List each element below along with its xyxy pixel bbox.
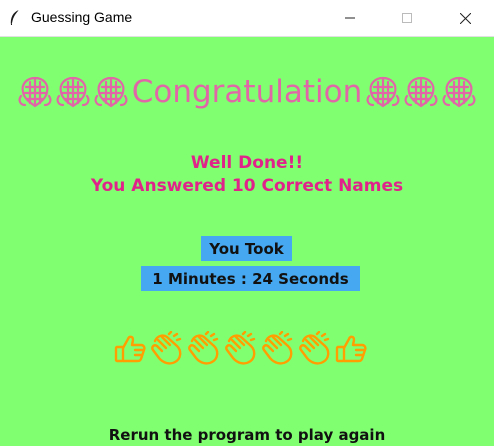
maximize-button[interactable] bbox=[384, 0, 430, 36]
game-result-panel: Congratulation Well Done!! You Answered … bbox=[0, 37, 494, 446]
rosette-ornament-icon bbox=[18, 76, 52, 108]
congratulation-banner: Congratulation bbox=[0, 73, 494, 111]
well-done-text: Well Done!! bbox=[190, 153, 304, 173]
feather-icon bbox=[10, 9, 20, 25]
correct-answers-text: You Answered 10 Correct Names bbox=[90, 176, 404, 196]
clapping-hands-icon bbox=[299, 331, 330, 365]
rosette-ornament-icon bbox=[404, 76, 438, 108]
clapping-hands-icon bbox=[151, 331, 182, 365]
rosette-ornament-icon bbox=[94, 76, 128, 108]
window-titlebar: Guessing Game bbox=[0, 0, 494, 37]
celebration-emoji-row bbox=[113, 329, 381, 367]
thumbs-up-icon bbox=[335, 335, 367, 363]
close-button[interactable] bbox=[442, 0, 488, 36]
rosette-ornament-icon bbox=[442, 76, 476, 108]
close-icon bbox=[459, 12, 471, 24]
maximize-icon bbox=[402, 13, 412, 23]
rosette-ornament-icon bbox=[366, 76, 400, 108]
clapping-hands-icon bbox=[225, 331, 256, 365]
you-took-label: You Took bbox=[201, 236, 292, 261]
rosette-ornament-icon bbox=[56, 76, 90, 108]
rerun-instruction-text: Rerun the program to play again bbox=[108, 426, 386, 444]
clapping-hands-icon bbox=[262, 331, 293, 365]
minimize-icon bbox=[345, 17, 355, 19]
elapsed-time-label: 1 Minutes : 24 Seconds bbox=[141, 266, 360, 291]
minimize-button[interactable] bbox=[327, 0, 373, 36]
congratulation-text: Congratulation bbox=[131, 74, 363, 110]
clapping-hands-icon bbox=[188, 331, 219, 365]
thumbs-up-icon bbox=[114, 335, 146, 363]
window-title: Guessing Game bbox=[31, 9, 133, 25]
